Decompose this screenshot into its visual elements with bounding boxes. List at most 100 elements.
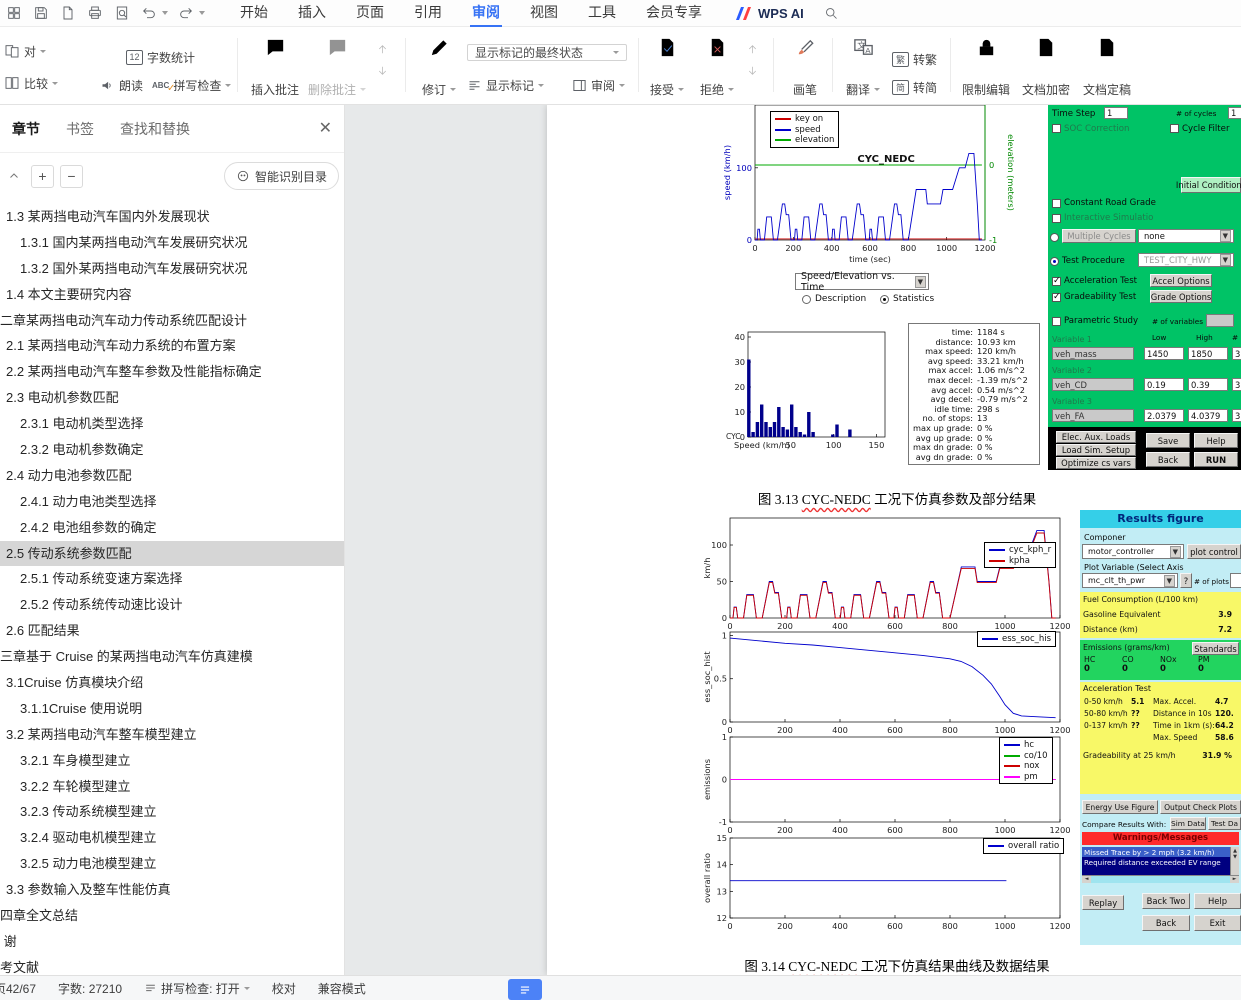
toc-item[interactable]: 1.3.2 国外某两挡电动汽车发展研究状况 (0, 256, 344, 282)
redo-dropdown[interactable] (199, 11, 205, 15)
num-plots-dropdown[interactable] (1230, 573, 1241, 588)
toc-item[interactable]: 3.2.2 车轮模型建立 (0, 774, 344, 800)
parametric-study-checkbox[interactable] (1052, 317, 1061, 326)
toc-item[interactable]: 2.3.1 电动机类型选择 (0, 411, 344, 437)
statistics-radio[interactable]: Statistics (880, 294, 934, 304)
description-radio[interactable]: Description (802, 294, 866, 304)
menu-tab-视图[interactable]: 视图 (515, 0, 573, 27)
toc-item[interactable]: 3.2.1 车身模型建立 (0, 748, 344, 774)
toc-item[interactable]: 2.3.2 电动机参数确定 (0, 437, 344, 463)
toc-item[interactable]: 1.3 某两挡电动汽车国内外发展现状 (0, 204, 344, 230)
toc-item[interactable]: 2.1 某两挡电动汽车动力系统的布置方案 (0, 333, 344, 359)
replay-button[interactable]: Replay (1082, 895, 1124, 910)
toc-item[interactable]: 1.4 本文主要研究内容 (0, 282, 344, 308)
help-button-results[interactable]: Help (1194, 893, 1241, 909)
messages-horizontal-scrollbar[interactable]: ◄ ► (1082, 875, 1239, 883)
messages-box[interactable]: Missed Trace by > 2 mph (3.2 km/h) Requir… (1082, 847, 1239, 883)
sidebar-tab-bookmarks[interactable]: 书签 (66, 119, 94, 139)
encrypt-button[interactable]: 文档加密 (1018, 36, 1074, 98)
menu-tab-审阅[interactable]: 审阅 (457, 0, 515, 27)
insert-comment-button[interactable]: 插入批注 (246, 36, 304, 98)
time-step-input[interactable]: 1 (1104, 107, 1128, 119)
toc-item[interactable]: 3.3 参数输入及整车性能仿真 (0, 877, 344, 903)
revision-nav-buttons[interactable] (746, 43, 759, 77)
spell-check-button[interactable]: ABC ✓ 拼写检查 (152, 75, 232, 95)
test-procedure-radio[interactable] (1050, 257, 1059, 266)
toc-item[interactable]: 2.4 动力电池参数匹配 (0, 463, 344, 489)
accept-button[interactable]: 接受 (644, 36, 690, 98)
undo-button[interactable] (135, 1, 162, 25)
toc-item[interactable]: 2.5.2 传动系统传动速比设计 (0, 592, 344, 618)
multiple-cycles-dropdown[interactable]: none ▼ (1138, 229, 1234, 243)
optimize-cs-vars-button[interactable]: Optimize cs vars (1056, 457, 1136, 469)
toc-item[interactable]: 第二章某两挡电动汽车动力传动系统匹配设计 (0, 308, 344, 334)
undo-dropdown[interactable] (162, 11, 168, 15)
plot-control-button[interactable]: plot control (1187, 544, 1241, 559)
toc-item[interactable]: 1.3.1 国内某两挡电动汽车发展研究状况 (0, 230, 344, 256)
interactive-sim-checkbox[interactable] (1052, 214, 1061, 223)
output-button[interactable] (54, 1, 81, 25)
num-cycles-input[interactable]: 1 (1228, 107, 1241, 119)
multiple-cycles-button[interactable]: Multiple Cycles (1062, 229, 1136, 243)
acceleration-test-checkbox[interactable]: ✓ (1052, 277, 1061, 286)
variable-high-input[interactable]: 4.0379 (1188, 409, 1228, 422)
translate-button[interactable]: 文A 翻译 (840, 36, 886, 98)
spell-check-status[interactable]: 拼写检查: 打开 (144, 980, 250, 997)
help-button-advisor[interactable]: Help (1194, 433, 1238, 448)
proofread-status[interactable]: 校对 (272, 980, 296, 997)
messages-vertical-scrollbar[interactable]: ▲ ▼ (1230, 847, 1239, 875)
to-simplified-button[interactable]: 简 转简 (892, 77, 937, 97)
toc-item[interactable]: 3.1Cruise 仿真模块介绍 (0, 670, 344, 696)
standards-button[interactable]: Standards (1192, 642, 1239, 655)
variable-field-input[interactable]: veh_mass (1052, 347, 1134, 360)
accel-options-button[interactable]: Accel Options (1150, 274, 1212, 287)
num-variables-dropdown[interactable] (1206, 314, 1234, 327)
sidebar-tab-find-replace[interactable]: 查找和替换 (120, 119, 190, 139)
energy-use-figure-button[interactable]: Energy Use Figure (1082, 800, 1158, 814)
markup-state-dropdown[interactable]: 显示标记的最终状态 (467, 44, 627, 61)
test-data-button[interactable]: Test Da (1208, 817, 1241, 830)
sim-data-button[interactable]: Sim Data (1170, 817, 1206, 830)
variable-low-input[interactable]: 2.0379 (1144, 409, 1184, 422)
to-traditional-button[interactable]: 繁 转繁 (892, 49, 937, 69)
finalize-button[interactable]: 文档定稿 (1078, 36, 1136, 98)
review-pane-button[interactable]: 审阅 (572, 75, 626, 95)
variable-high-input[interactable]: 1850 (1188, 347, 1228, 360)
app-menu-button[interactable] (0, 1, 27, 25)
menu-tab-页面[interactable]: 页面 (341, 0, 399, 27)
gradeability-test-checkbox[interactable]: ✓ (1052, 293, 1061, 302)
toc-item[interactable]: 致 谢 (0, 929, 344, 955)
toc-item[interactable]: 2.6 匹配结果 (0, 618, 344, 644)
toc-item[interactable]: 2.3 电动机参数匹配 (0, 385, 344, 411)
menu-tab-工具[interactable]: 工具 (573, 0, 631, 27)
save-button-advisor[interactable]: Save (1146, 433, 1190, 448)
component-dropdown[interactable]: motor_controller ▼ (1082, 544, 1184, 559)
load-sim-setup-button[interactable]: Load Sim. Setup (1056, 444, 1136, 456)
toc-item[interactable]: 2.5.1 传动系统变速方案选择 (0, 566, 344, 592)
toc-item[interactable]: 3.2.4 驱动电机模型建立 (0, 825, 344, 851)
variable-low-input[interactable]: 0.19 (1144, 378, 1184, 391)
toc-item[interactable]: 2.2 某两挡电动汽车整车参数及性能指标确定 (0, 359, 344, 385)
grade-options-button[interactable]: Grade Options (1150, 290, 1212, 303)
save-button[interactable] (27, 1, 54, 25)
toc-item[interactable]: 2.4.1 动力电池类型选择 (0, 489, 344, 515)
zoom-out-button[interactable]: − (60, 164, 83, 188)
sidebar-close-button[interactable]: ✕ (319, 120, 332, 137)
run-button[interactable]: RUN (1194, 452, 1238, 467)
statusbar-blue-button[interactable] (508, 979, 542, 1000)
variable-pts-input[interactable]: 3 (1232, 347, 1241, 360)
word-count-button[interactable]: 12 字数统计 (126, 47, 195, 67)
print-button[interactable] (81, 1, 108, 25)
exit-button[interactable]: Exit (1194, 915, 1241, 931)
initial-conditions-button[interactable]: Initial Conditions (1176, 177, 1241, 193)
variable-pts-input[interactable]: 3 (1232, 409, 1241, 422)
menu-tab-引用[interactable]: 引用 (399, 0, 457, 27)
output-check-plots-button[interactable]: Output Check Plots (1160, 800, 1241, 814)
show-markup-button[interactable]: 显示标记 (467, 75, 545, 95)
back-button-results[interactable]: Back (1142, 915, 1190, 931)
toc-item[interactable]: 3.2 某两挡电动汽车整车模型建立 (0, 722, 344, 748)
reject-button[interactable]: 拒绝 (694, 36, 740, 98)
back-button-advisor[interactable]: Back (1146, 452, 1190, 467)
warning-message[interactable]: Required distance exceeded EV range (1082, 857, 1239, 867)
redo-button[interactable] (172, 1, 199, 25)
